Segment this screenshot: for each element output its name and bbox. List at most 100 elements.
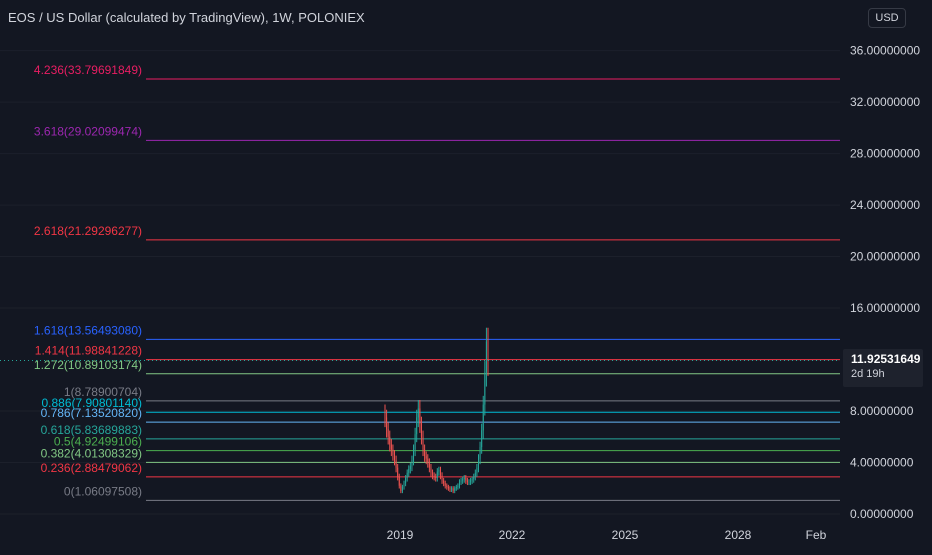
fib-label: 4.236(33.79691849) — [34, 63, 142, 77]
x-tick-label: 2019 — [387, 528, 414, 542]
fib-label: 0.382(4.01308329) — [41, 446, 142, 460]
chart-svg: 4.236(33.79691849) 3.618(29.02099474) 2.61… — [0, 44, 920, 542]
candle-body — [392, 449, 394, 455]
x-tick-label: 2025 — [612, 528, 639, 542]
candle-body — [390, 444, 392, 450]
fib-label: 1.414(11.98841228) — [35, 344, 142, 358]
candle-body — [447, 486, 449, 489]
candle-body — [485, 341, 487, 373]
y-tick-label: 32.00000000 — [850, 95, 920, 109]
candle-body — [411, 459, 413, 467]
candle-body — [403, 483, 405, 487]
candle-body — [439, 470, 441, 476]
candle-body — [474, 472, 476, 477]
candle-body — [433, 475, 435, 477]
candle-body — [428, 462, 430, 468]
candle-body — [454, 488, 456, 491]
candle-body — [441, 475, 443, 481]
candle-body — [449, 488, 451, 490]
candle-body — [387, 429, 389, 437]
fib-label: 0.236(2.88479062) — [41, 461, 142, 475]
candle-body — [419, 408, 421, 424]
candle-body — [395, 459, 397, 468]
candle-body — [460, 480, 462, 482]
candle-body — [406, 472, 408, 478]
y-tick-label: 8.00000000 — [850, 404, 914, 418]
last-price-value: 11.92531649 — [851, 352, 921, 366]
x-tick-label: 2022 — [499, 528, 526, 542]
x-tick-label: Feb — [806, 528, 827, 542]
candle-body — [452, 488, 454, 491]
candle-body — [470, 480, 472, 482]
last-price-badge: 11.92531649 2d 19h — [843, 349, 923, 387]
candle-body — [414, 434, 416, 450]
fib-label: 1.272(10.89103174) — [34, 358, 142, 372]
candle-body — [481, 430, 483, 448]
candle-body — [398, 476, 400, 486]
candle-body — [465, 477, 467, 481]
currency-button[interactable]: USD — [868, 8, 906, 28]
y-tick-label: 24.00000000 — [850, 198, 920, 212]
candle-body — [408, 468, 410, 473]
candle-body — [427, 458, 429, 463]
candle-body — [432, 472, 434, 476]
fib-label: 1.618(13.56493080) — [34, 323, 142, 337]
candle-body — [386, 417, 388, 430]
candle-body — [482, 404, 484, 431]
candle-body — [401, 486, 403, 491]
candle-body — [473, 476, 475, 480]
candle-body — [430, 467, 432, 473]
candle-body — [487, 341, 489, 361]
candle-body — [384, 412, 386, 418]
y-tick-label: 20.00000000 — [850, 250, 920, 264]
candle-body — [479, 447, 481, 459]
candle-body — [409, 466, 411, 469]
candle-body — [484, 372, 486, 405]
candle-body — [394, 454, 396, 460]
candle-body — [424, 449, 426, 457]
candle-body — [466, 480, 468, 482]
candle-body — [457, 485, 459, 487]
candle-body — [425, 456, 427, 459]
x-axis: 2019 2022 2025 2028 Feb — [387, 528, 827, 542]
candle-body — [458, 481, 460, 486]
candle-body — [435, 476, 437, 478]
candle-body — [413, 449, 415, 460]
candle-body — [416, 417, 418, 435]
y-tick-label: 36.00000000 — [850, 44, 920, 58]
candle-body — [405, 477, 407, 484]
fib-label: 2.618(21.29296277) — [34, 224, 142, 238]
candle-body — [397, 467, 399, 477]
candle-body — [455, 486, 457, 489]
candle-body — [462, 479, 464, 481]
y-axis: 0.00000000 4.00000000 8.00000000 16.0000000… — [850, 44, 920, 521]
candle-body — [476, 467, 478, 473]
candle-body — [422, 436, 424, 450]
chart-area[interactable]: 4.236(33.79691849) 3.618(29.02099474) 2.61… — [0, 0, 932, 550]
candle-body — [438, 470, 440, 472]
candle-body — [400, 485, 402, 491]
candle-body — [451, 488, 453, 490]
candle-body — [389, 436, 391, 445]
y-tick-label: 16.00000000 — [850, 301, 920, 315]
fib-label: 3.618(29.02099474) — [34, 124, 142, 138]
chart-title: EOS / US Dollar (calculated by TradingVi… — [8, 10, 365, 25]
candle-body — [420, 423, 422, 437]
fib-levels: 4.236(33.79691849) 3.618(29.02099474) 2.61… — [34, 63, 840, 501]
x-tick-label: 2028 — [725, 528, 752, 542]
candle-body — [417, 408, 419, 418]
candle-body — [446, 485, 448, 487]
candle-body — [443, 480, 445, 484]
candle-body — [468, 481, 470, 483]
candle-body — [477, 458, 479, 468]
y-tick-label: 4.00000000 — [850, 456, 914, 470]
candle-body — [471, 479, 473, 481]
candle-body — [436, 471, 438, 478]
y-tick-label: 0.00000000 — [850, 507, 914, 521]
y-tick-label: 28.00000000 — [850, 147, 920, 161]
bar-countdown: 2d 19h — [851, 368, 885, 380]
fib-label: 0(1.06097508) — [64, 484, 142, 498]
candle-body — [463, 477, 465, 480]
fib-label: 0.786(7.13520820) — [41, 406, 142, 420]
candle-body — [444, 483, 446, 486]
